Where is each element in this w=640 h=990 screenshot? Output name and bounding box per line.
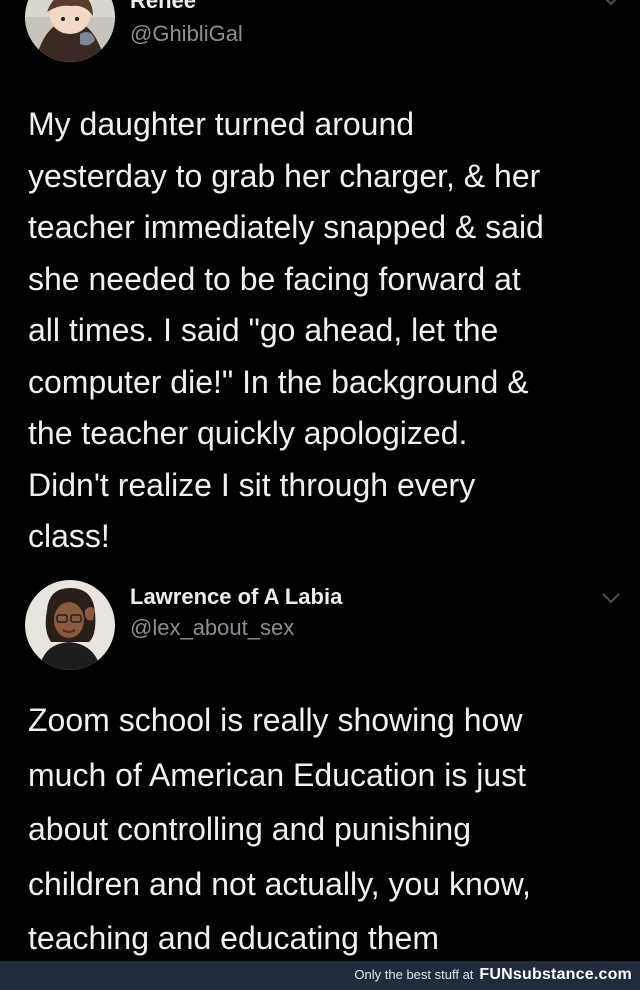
avatar[interactable]	[25, 0, 115, 62]
watermark-bar: Only the best stuff at FUNsubstance.com	[0, 961, 640, 990]
watermark-tagline: Only the best stuff at	[354, 967, 474, 982]
chevron-down-icon[interactable]	[600, 0, 622, 8]
tweet-renee: Renee @GhibliGal My daughter turned arou…	[0, 0, 640, 575]
watermark-brand: FUNsubstance.com	[479, 966, 632, 983]
tweet-lawrence: Lawrence of A Labia @lex_about_sex Zoom …	[0, 575, 640, 960]
display-name[interactable]: Renee	[130, 0, 196, 14]
user-handle[interactable]: @GhibliGal	[130, 21, 243, 47]
avatar[interactable]	[25, 580, 115, 670]
person-photo-avatar-icon	[25, 580, 115, 670]
user-handle[interactable]: @lex_about_sex	[130, 615, 294, 641]
display-name[interactable]: Lawrence of A Labia	[130, 584, 342, 610]
chevron-down-icon[interactable]	[600, 590, 622, 606]
tweet-text: My daughter turned around yesterday to g…	[28, 106, 544, 554]
tweet-text: Zoom school is really showing how much o…	[28, 702, 531, 956]
anime-character-avatar-icon	[25, 0, 115, 62]
watermark: Only the best stuff at FUNsubstance.com	[354, 966, 632, 984]
